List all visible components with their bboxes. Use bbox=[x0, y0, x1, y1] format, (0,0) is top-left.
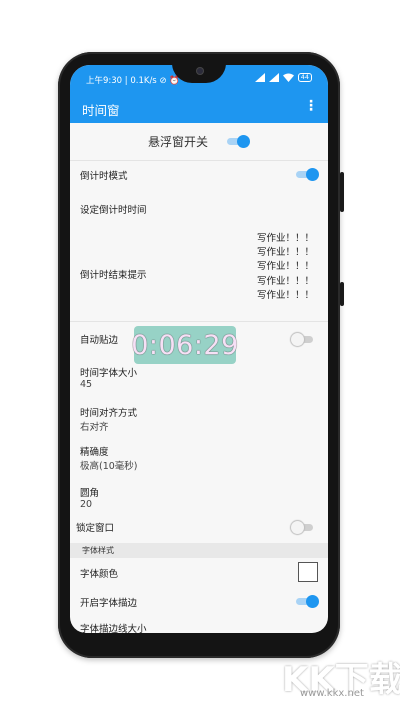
precision-value: 极高(10毫秒) bbox=[80, 461, 138, 472]
countdown-end-hint-label[interactable]: 倒计时结束提示 bbox=[80, 267, 147, 281]
divider bbox=[70, 321, 328, 322]
time-align-value: 右对齐 bbox=[80, 422, 109, 433]
corner-radius-value: 20 bbox=[80, 499, 93, 510]
time-font-size-label[interactable]: 时间字体大小 bbox=[80, 365, 137, 379]
status-bar: 上午9:30 | 0.1K/s ⊘ ⏰ 44 bbox=[70, 65, 328, 93]
front-camera-icon bbox=[196, 67, 204, 75]
countdown-mode-label: 倒计时模式 bbox=[80, 171, 128, 182]
section-title: 字体样式 bbox=[82, 546, 114, 555]
countdown-end-hint-text: 写作业！！！ 写作业！！！ 写作业！！！ 写作业！！！ 写作业！！！ bbox=[256, 233, 314, 301]
volume-button bbox=[340, 172, 344, 212]
floating-switch-toggle[interactable] bbox=[227, 135, 250, 148]
status-time-speed: 上午9:30 | 0.1K/s bbox=[86, 76, 157, 86]
floating-timer-text: 0:06:29 bbox=[131, 329, 239, 361]
countdown-mode-toggle[interactable] bbox=[296, 168, 319, 181]
font-stroke-label: 开启字体描边 bbox=[80, 598, 138, 609]
mute-icon: ⊘ bbox=[159, 76, 167, 86]
time-font-size-value: 45 bbox=[80, 379, 93, 390]
stroke-size-label[interactable]: 字体描边线大小 bbox=[80, 621, 147, 633]
camera-notch bbox=[172, 65, 226, 83]
battery-icon: 44 bbox=[297, 73, 312, 82]
lock-window-label: 锁定窗口 bbox=[76, 523, 115, 534]
font-style-section-header: 字体样式 bbox=[70, 543, 328, 558]
auto-snap-label: 自动贴边 bbox=[80, 335, 119, 346]
power-button bbox=[340, 282, 344, 306]
time-align-label[interactable]: 时间对齐方式 bbox=[80, 405, 137, 419]
app-title: 时间窗 bbox=[82, 103, 120, 118]
font-color-label: 字体颜色 bbox=[80, 569, 119, 580]
more-vert-icon[interactable]: ⋮ bbox=[304, 99, 318, 113]
font-stroke-toggle[interactable] bbox=[296, 595, 319, 608]
divider bbox=[70, 160, 328, 161]
set-countdown-time-item[interactable]: 设定倒计时时间 bbox=[80, 202, 147, 216]
auto-snap-toggle[interactable] bbox=[291, 333, 313, 346]
corner-radius-label[interactable]: 圆角 bbox=[80, 485, 99, 499]
lock-window-toggle[interactable] bbox=[291, 521, 313, 534]
precision-label[interactable]: 精确度 bbox=[80, 444, 109, 458]
floating-timer-window[interactable]: 0:06:29 bbox=[131, 326, 239, 364]
signal-icon bbox=[254, 73, 265, 82]
floating-switch-label: 悬浮窗开关 bbox=[148, 135, 209, 149]
signal-icon-2 bbox=[268, 73, 279, 82]
wifi-icon bbox=[282, 73, 294, 82]
app-toolbar: 时间窗 ⋮ bbox=[70, 93, 328, 123]
font-color-swatch[interactable] bbox=[298, 562, 318, 582]
site-watermark-url: www.kkx.net bbox=[300, 688, 364, 699]
settings-list: 悬浮窗开关 倒计时模式 设定倒计时时间 倒计时结束提示 写作业！！！ 写作业！！… bbox=[70, 123, 328, 633]
